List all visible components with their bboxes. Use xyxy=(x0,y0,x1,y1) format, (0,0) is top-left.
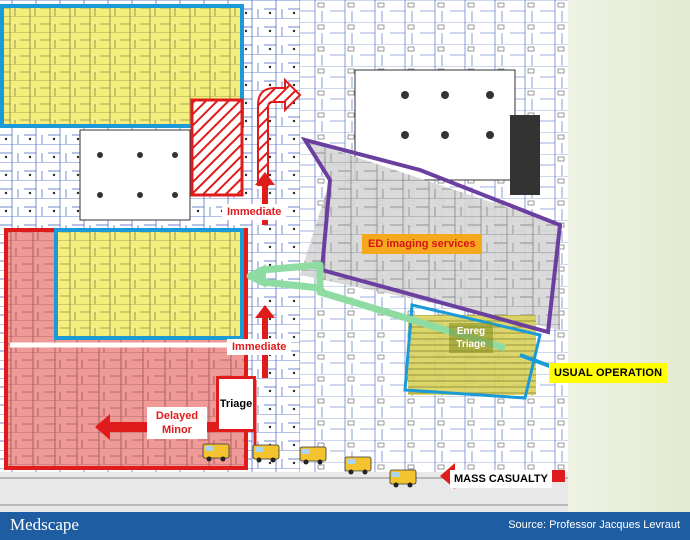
label-delayed-minor: Delayed Minor xyxy=(147,407,207,439)
zone-hatched xyxy=(190,98,244,197)
zone-yellow-middle xyxy=(56,230,242,338)
label-usual-operation: USUAL OPERATION xyxy=(549,363,668,383)
label-immediate-top: Immediate xyxy=(222,204,287,220)
label-immediate-middle: Immediate xyxy=(227,339,292,355)
label-triage: Triage xyxy=(216,376,256,432)
stairwell xyxy=(510,115,540,195)
floor-plan xyxy=(0,0,568,512)
background-panel xyxy=(568,0,690,512)
label-enreg-triage: Enreg Triage xyxy=(449,323,493,353)
label-mass-casualty: MASS CASUALTY xyxy=(450,470,552,488)
source-credit: Source: Professor Jacques Levraut xyxy=(508,519,680,531)
medscape-logo[interactable]: Medscape xyxy=(10,515,79,535)
footer-bar: Medscape Source: Professor Jacques Levra… xyxy=(0,512,690,540)
hall-upper-right xyxy=(354,69,516,181)
label-ed-imaging: ED imaging services xyxy=(362,234,482,254)
hall-middle xyxy=(79,129,191,221)
